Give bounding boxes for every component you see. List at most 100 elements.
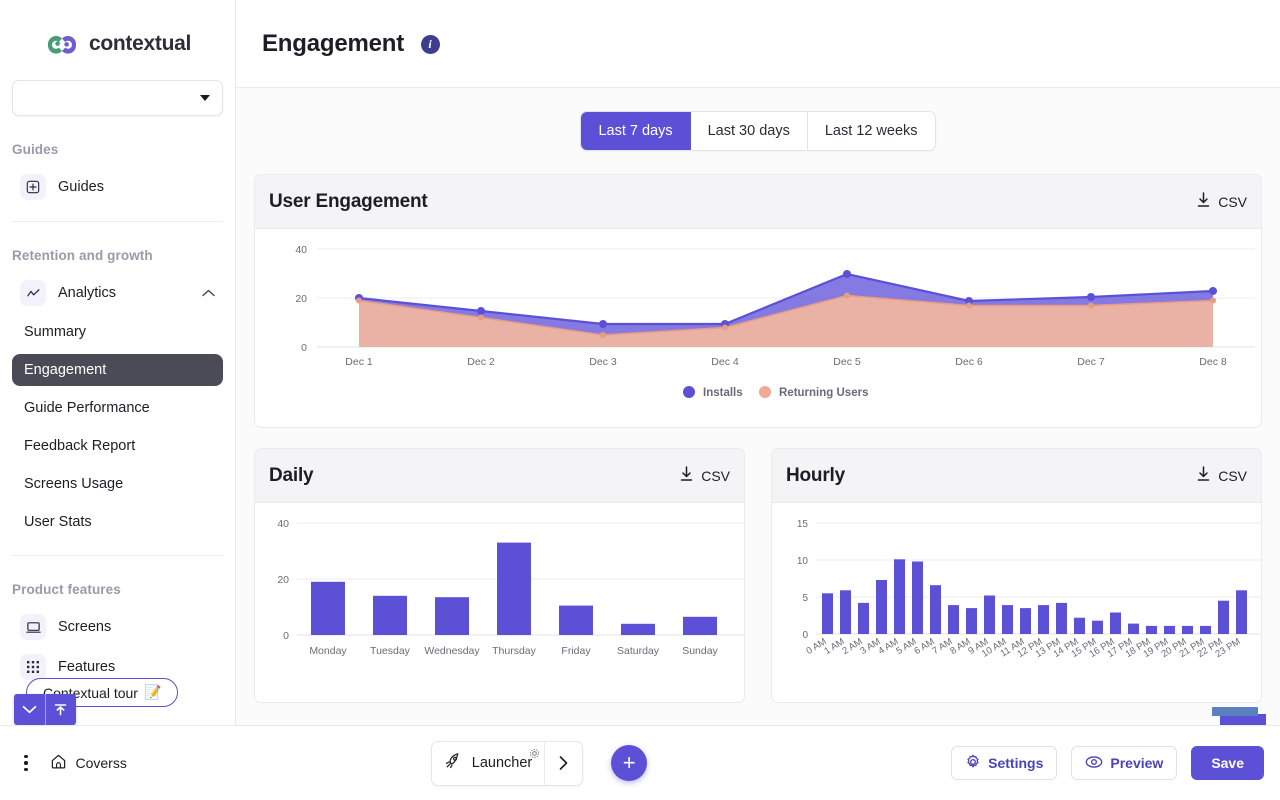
screens-icon bbox=[20, 614, 46, 640]
hourly-csv-button[interactable]: CSV bbox=[1196, 466, 1247, 485]
sidebar-item-feedback-report[interactable]: Feedback Report bbox=[12, 430, 223, 462]
sidebar-item-screens-usage[interactable]: Screens Usage bbox=[12, 468, 223, 500]
tour-widget[interactable] bbox=[14, 694, 76, 725]
xtick: Tuesday bbox=[370, 645, 411, 657]
bar-17pm bbox=[1128, 623, 1139, 634]
download-icon bbox=[679, 466, 694, 485]
app-select[interactable] bbox=[12, 80, 223, 116]
daily-bar-svg: 40 20 0 Monday Tuesday Wednesday Thursda… bbox=[277, 518, 744, 657]
xtick: Dec 8 bbox=[1199, 356, 1227, 368]
tab-last-30-days[interactable]: Last 30 days bbox=[690, 112, 808, 150]
xtick: Dec 1 bbox=[345, 356, 373, 368]
hourly-chart: 15 10 5 0 0 AM 1 AM 2 AM 3 AM 4 AM 5 AM … bbox=[772, 503, 1261, 702]
sidebar-item-summary[interactable]: Summary bbox=[12, 316, 223, 348]
launcher-control[interactable]: Launcher bbox=[430, 740, 584, 786]
bar-4am bbox=[894, 559, 905, 634]
sidebar-item-analytics[interactable]: Analytics bbox=[8, 273, 227, 313]
rocket-icon bbox=[444, 751, 463, 775]
charts-bottom-row: Daily CSV 40 20 0 Monday Tuesday Wednesd… bbox=[236, 448, 1280, 703]
ytick-0: 0 bbox=[283, 630, 289, 642]
sidebar: contextual Guides Guides Retention and g… bbox=[0, 0, 236, 725]
analytics-icon bbox=[20, 280, 46, 306]
page-header: Engagement i bbox=[236, 0, 1280, 88]
nav-section-guides-title: Guides bbox=[12, 142, 59, 157]
xtick: Dec 7 bbox=[1077, 356, 1105, 368]
sidebar-sub-label: Summary bbox=[24, 324, 87, 340]
add-button[interactable]: + bbox=[611, 745, 648, 781]
bar-12pm bbox=[1038, 605, 1049, 634]
ytick-5: 5 bbox=[802, 593, 808, 604]
sidebar-item-guides[interactable]: Guides bbox=[8, 167, 227, 207]
ytick-20: 20 bbox=[277, 574, 289, 586]
guides-icon bbox=[20, 174, 46, 200]
bar-16pm bbox=[1110, 612, 1121, 634]
daily-csv-label: CSV bbox=[701, 467, 730, 484]
hourly-title: Hourly bbox=[786, 464, 845, 486]
ytick-0: 0 bbox=[802, 630, 808, 641]
bar-1am bbox=[840, 590, 851, 634]
bar-22pm bbox=[1218, 600, 1229, 634]
xtick: Dec 6 bbox=[955, 356, 983, 368]
home-icon bbox=[50, 753, 67, 773]
xtick: Monday bbox=[309, 645, 347, 657]
legend-label-returning: Returning Users bbox=[779, 387, 868, 399]
bar-5am bbox=[912, 561, 923, 634]
breadcrumb[interactable]: Coverss bbox=[50, 753, 127, 773]
hourly-card: Hourly CSV 15 10 5 0 0 AM 1 AM 2 AM 3 AM… bbox=[771, 448, 1262, 703]
chevron-down-icon[interactable] bbox=[14, 694, 45, 725]
horizontal-scrollbar-thumb[interactable] bbox=[1212, 707, 1258, 716]
preview-button[interactable]: Preview bbox=[1071, 746, 1178, 780]
xtick: Dec 3 bbox=[589, 356, 617, 368]
sidebar-sub-label: Screens Usage bbox=[24, 476, 124, 492]
contextual-logo-icon bbox=[44, 32, 80, 56]
brand-logo[interactable]: contextual bbox=[0, 0, 235, 74]
xtick: Dec 4 bbox=[711, 356, 739, 368]
save-button[interactable]: Save bbox=[1191, 746, 1265, 780]
sidebar-item-screens[interactable]: Screens bbox=[8, 607, 227, 647]
bar-23pm bbox=[1236, 590, 1247, 634]
bar-19pm bbox=[1164, 625, 1175, 634]
hourly-card-header: Hourly CSV bbox=[772, 449, 1261, 503]
preview-label: Preview bbox=[1110, 755, 1164, 771]
bottom-toolbar: Coverss Launcher + Settings Preview Save bbox=[0, 725, 1280, 800]
tab-last-7-days[interactable]: Last 7 days bbox=[581, 112, 691, 150]
xtick: Dec 5 bbox=[833, 356, 861, 368]
gear-icon[interactable] bbox=[529, 748, 540, 762]
memo-emoji-icon: 📝 bbox=[143, 684, 162, 700]
bar-sunday bbox=[683, 616, 717, 635]
daily-bars bbox=[311, 542, 717, 635]
bar-14pm bbox=[1074, 617, 1085, 634]
hourly-bar-svg: 15 10 5 0 0 AM 1 AM 2 AM 3 AM 4 AM 5 AM … bbox=[797, 519, 1261, 660]
sidebar-item-engagement[interactable]: Engagement bbox=[12, 354, 223, 386]
bar-thursday bbox=[497, 542, 531, 635]
launcher-main[interactable]: Launcher bbox=[432, 742, 544, 785]
chevron-up-icon[interactable] bbox=[202, 287, 215, 299]
legend-label-installs: Installs bbox=[703, 387, 743, 399]
info-icon[interactable]: i bbox=[420, 34, 440, 54]
settings-button[interactable]: Settings bbox=[951, 746, 1058, 780]
sidebar-item-user-stats[interactable]: User Stats bbox=[12, 506, 223, 538]
engagement-csv-button[interactable]: CSV bbox=[1196, 192, 1247, 211]
bar-8am bbox=[966, 608, 977, 634]
bar-tuesday bbox=[373, 595, 407, 635]
ytick-20: 20 bbox=[295, 293, 307, 305]
engagement-card-wrap: User Engagement CSV 40 20 0 Dec 1 Dec 2 … bbox=[236, 174, 1280, 428]
sidebar-item-guide-performance[interactable]: Guide Performance bbox=[12, 392, 223, 424]
main-content: Engagement i Last 7 days Last 30 days La… bbox=[236, 0, 1280, 725]
bar-6am bbox=[930, 585, 941, 634]
legend-swatch-returning bbox=[759, 386, 771, 398]
chevron-right-icon[interactable] bbox=[544, 741, 582, 785]
daily-csv-button[interactable]: CSV bbox=[679, 466, 730, 485]
arrow-up-to-line-icon[interactable] bbox=[46, 694, 77, 725]
settings-label: Settings bbox=[988, 755, 1044, 771]
gear-icon bbox=[965, 754, 981, 773]
bar-21pm bbox=[1200, 625, 1211, 634]
brand-name: contextual bbox=[88, 32, 192, 55]
sidebar-item-label: Features bbox=[58, 659, 116, 675]
tab-last-12-weeks[interactable]: Last 12 weeks bbox=[807, 112, 935, 150]
kebab-menu-icon[interactable] bbox=[16, 749, 36, 778]
sidebar-sub-label: Feedback Report bbox=[24, 438, 136, 454]
page-title-text: Engagement bbox=[262, 29, 405, 57]
daily-card: Daily CSV 40 20 0 Monday Tuesday Wednesd… bbox=[254, 448, 745, 703]
bar-20pm bbox=[1182, 625, 1193, 634]
